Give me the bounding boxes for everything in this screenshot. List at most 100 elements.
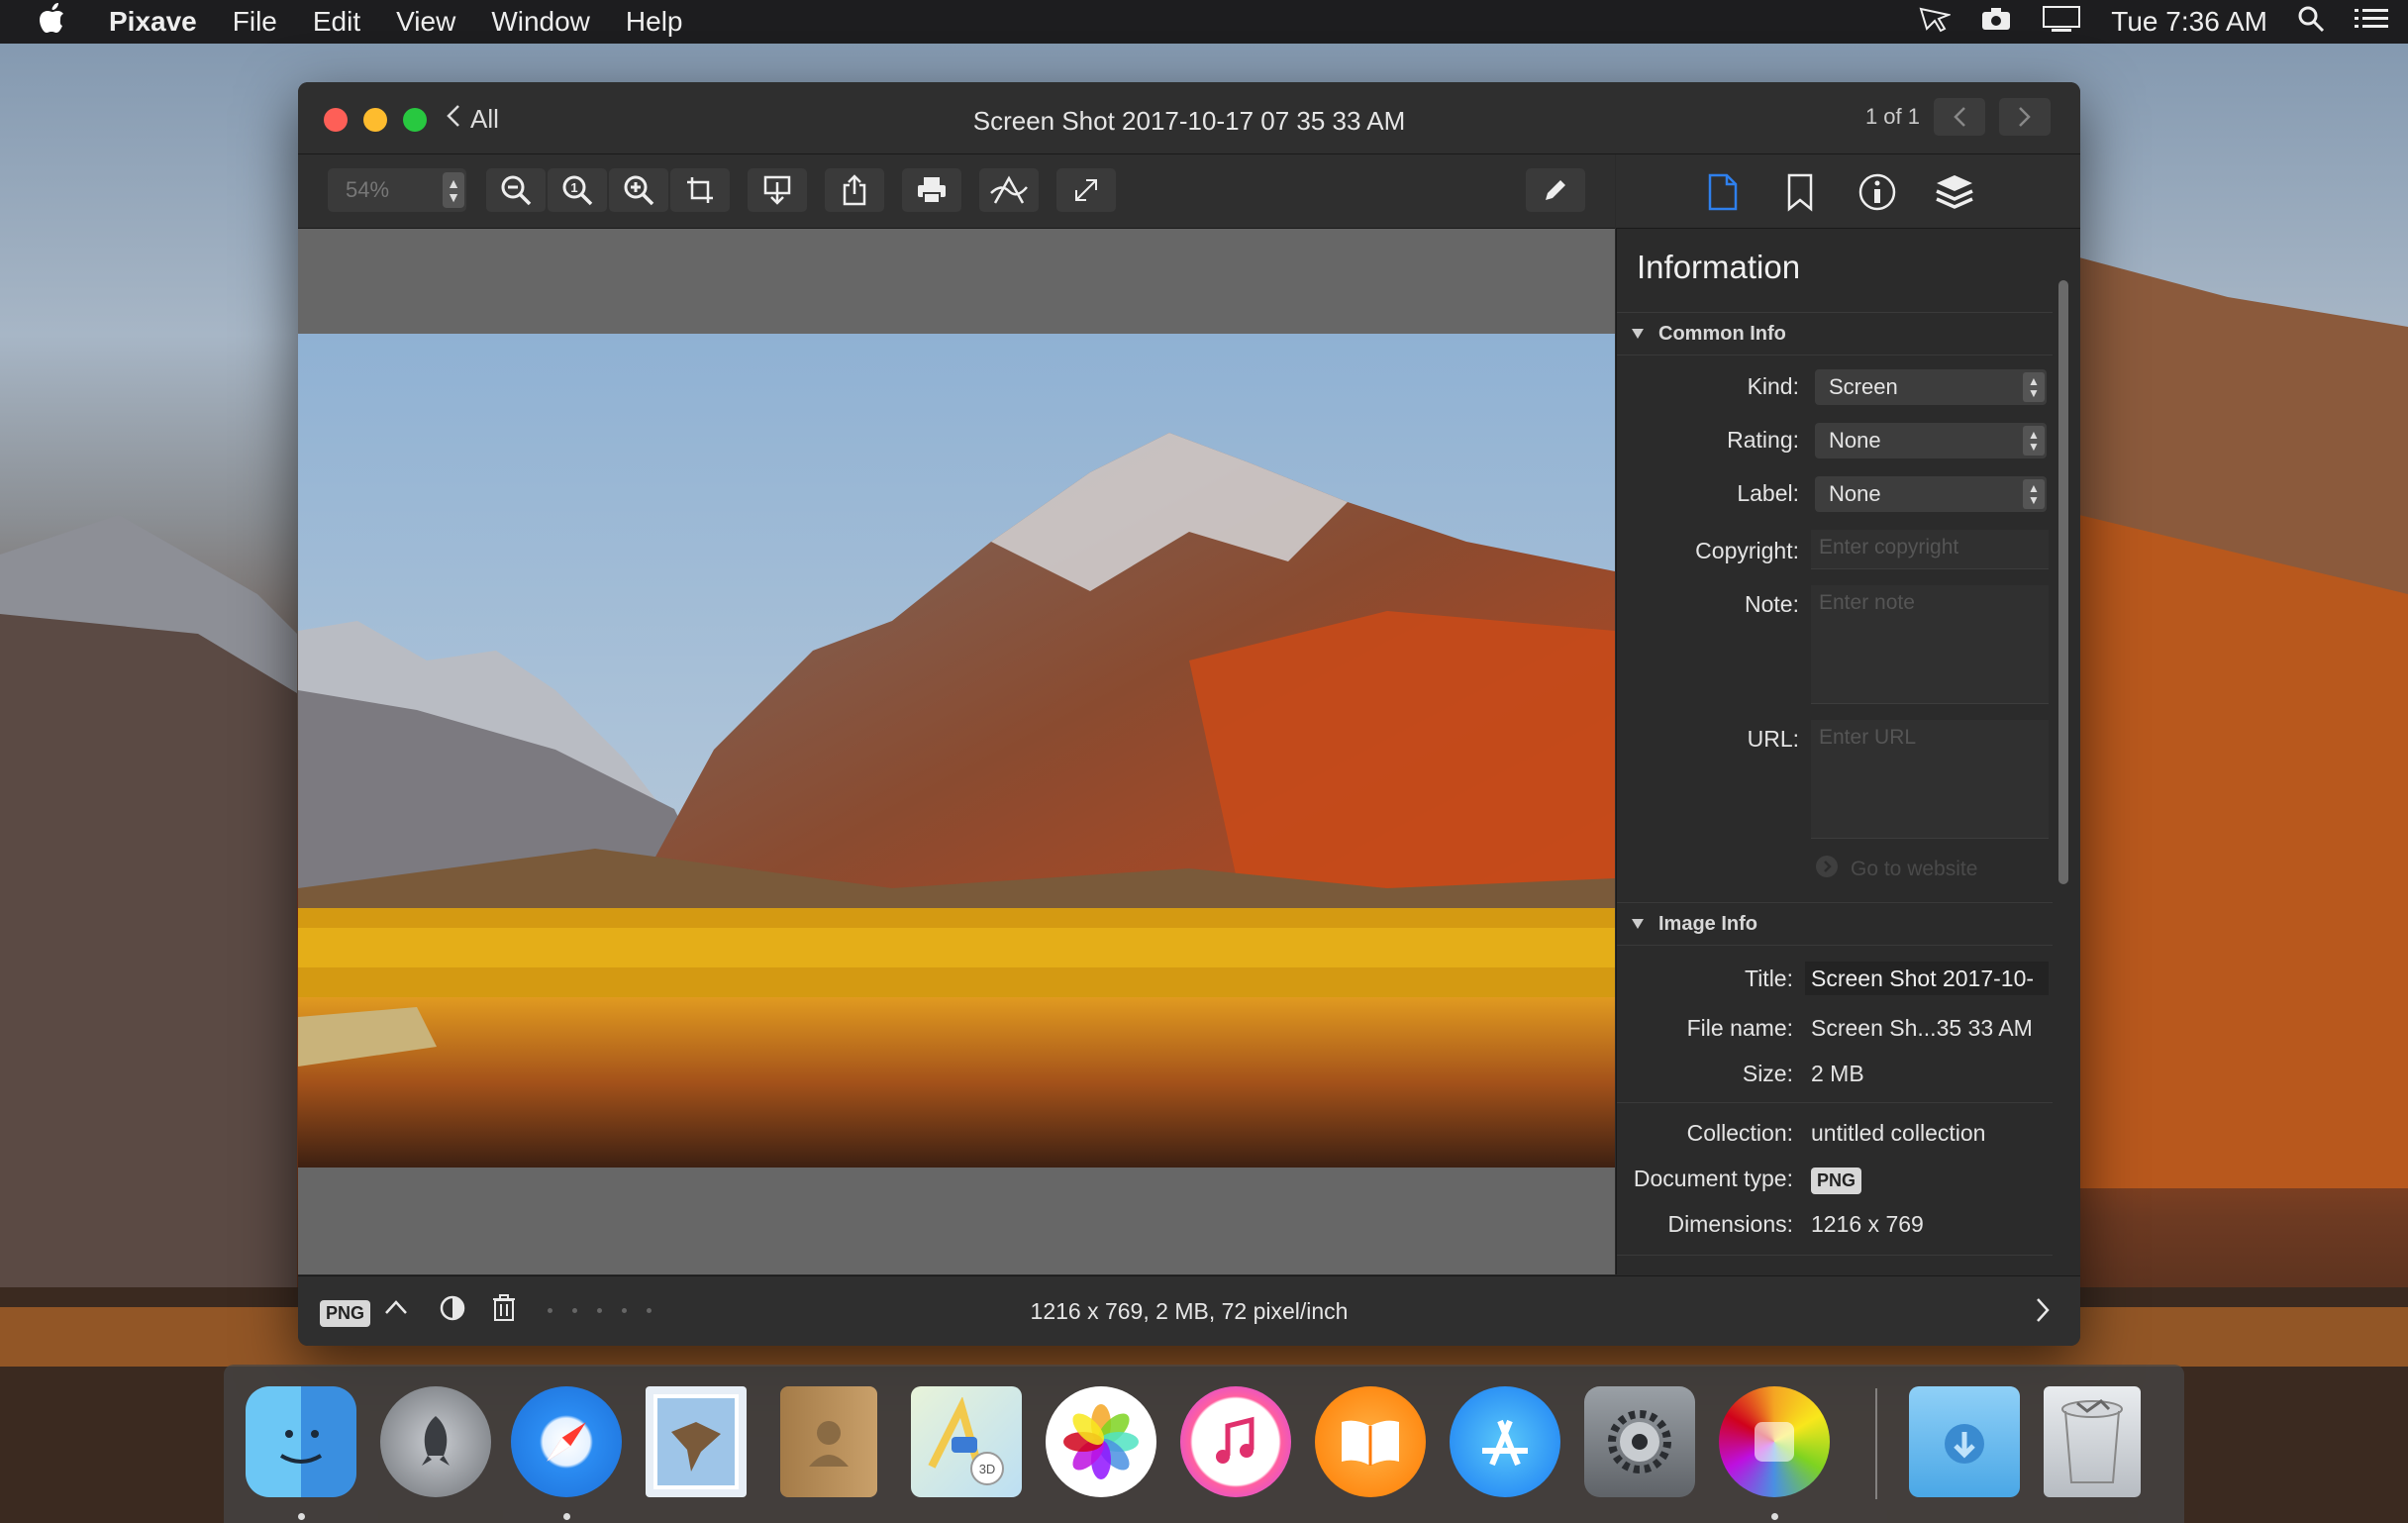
zoom-stepper[interactable]: ▲ ▼ (443, 172, 464, 208)
divider (1617, 1102, 2053, 1103)
tab-document[interactable] (1701, 170, 1745, 214)
size-label: Size: (1742, 1061, 1793, 1086)
menu-help[interactable]: Help (608, 6, 701, 38)
actual-size-button[interactable]: 1 (548, 168, 607, 212)
safari-icon[interactable] (511, 1386, 622, 1497)
print-button[interactable] (902, 168, 961, 212)
image-info-header[interactable]: Image Info (1617, 902, 2053, 946)
app-store-icon[interactable] (1450, 1386, 1560, 1497)
share-button[interactable] (825, 168, 884, 212)
url-row: URL: Enter URL (1617, 720, 2053, 839)
itunes-icon[interactable] (1180, 1386, 1291, 1497)
scrollbar-thumb[interactable] (2058, 280, 2068, 884)
display-icon[interactable] (2042, 5, 2081, 40)
inspector-scrollbar[interactable] (2056, 280, 2069, 1270)
menu-app-name[interactable]: Pixave (91, 6, 215, 38)
rating-label: Rating: (1727, 427, 1799, 453)
document-icon (1708, 173, 1738, 211)
tab-info[interactable] (1856, 170, 1899, 214)
label-popup[interactable]: None ▲ ▼ (1815, 476, 2047, 512)
disclosure-triangle-icon (1631, 323, 1645, 346)
spotlight-icon[interactable] (2297, 5, 2325, 40)
common-info-header[interactable]: Common Info (1617, 312, 2053, 355)
image-toolbar: 54% ▲ ▼ 1 (298, 154, 1615, 229)
mail-icon[interactable] (646, 1386, 747, 1497)
filename-value: Screen Sh...35 33 AM (1811, 1015, 2033, 1041)
rating-stepper: ▲ ▼ (2023, 426, 2045, 456)
expand-button[interactable] (2035, 1296, 2051, 1329)
svg-text:3D: 3D (979, 1462, 996, 1476)
zoom-in-button[interactable] (609, 168, 668, 212)
zoom-out-button[interactable] (486, 168, 546, 212)
inspector-tabs (1616, 154, 2080, 229)
next-button[interactable] (1999, 98, 2051, 136)
pencil-icon (1546, 180, 1565, 200)
previous-button[interactable] (1934, 98, 1985, 136)
system-preferences-icon[interactable] (1584, 1386, 1695, 1497)
launchpad-icon[interactable] (380, 1386, 491, 1497)
pixave-window: All Screen Shot 2017-10-17 07 35 33 AM 1… (298, 82, 2080, 1346)
collection-value: untitled collection (1811, 1120, 1986, 1146)
url-field[interactable]: Enter URL (1811, 720, 2049, 839)
menu-window[interactable]: Window (473, 6, 608, 38)
fullscreen-icon (1075, 179, 1097, 201)
camera-icon[interactable] (1980, 6, 2012, 39)
menu-edit[interactable]: Edit (295, 6, 378, 38)
markup-button[interactable] (979, 168, 1039, 212)
menu-view[interactable]: View (378, 6, 473, 38)
url-label: URL: (1747, 726, 1799, 752)
kind-label: Kind: (1747, 373, 1799, 399)
finder-icon[interactable] (246, 1386, 356, 1497)
running-indicator (1771, 1513, 1778, 1520)
edit-button[interactable] (1526, 168, 1585, 212)
image-preview[interactable] (298, 334, 1615, 1168)
size-row: Size: 2 MB (1617, 1059, 2053, 1088)
go-to-website-label: Go to website (1851, 858, 1978, 880)
pixave-icon[interactable] (1719, 1386, 1830, 1497)
fullscreen-button[interactable] (1056, 168, 1116, 212)
tab-bookmark[interactable] (1778, 170, 1822, 214)
filename-row: File name: Screen Sh...35 33 AM (1617, 1013, 2053, 1043)
image-canvas[interactable] (298, 229, 1615, 1274)
rating-row: Rating: None ▲ ▼ (1617, 423, 2053, 458)
rating-popup[interactable]: None ▲ ▼ (1815, 423, 2047, 458)
photos-icon[interactable] (1046, 1386, 1156, 1497)
copyright-field[interactable]: Enter copyright (1811, 530, 2049, 569)
size-value: 2 MB (1811, 1061, 1864, 1086)
contacts-icon[interactable] (780, 1386, 877, 1497)
window-title: Screen Shot 2017-10-17 07 35 33 AM (972, 106, 1406, 136)
label-row: Label: None ▲ ▼ (1617, 476, 2053, 512)
apple-menu-icon[interactable] (0, 3, 91, 41)
download-icon (763, 175, 791, 205)
disclosure-triangle-icon (1631, 913, 1645, 936)
downloads-folder-icon[interactable] (1909, 1386, 2020, 1497)
dimensions-label: Dimensions: (1667, 1211, 1793, 1237)
download-button[interactable] (748, 168, 807, 212)
zoom-level-field[interactable]: 54% ▲ ▼ (328, 168, 466, 212)
tab-layers[interactable] (1933, 170, 1976, 214)
go-to-website-button[interactable]: Go to website (1815, 855, 1977, 884)
menu-clock[interactable]: Tue 7:36 AM (2111, 6, 2267, 38)
title-field[interactable]: Screen Shot 2017-10- (1805, 962, 2049, 995)
kind-row: Kind: Screen ▲ ▼ (1617, 369, 2053, 405)
markup-icon (990, 175, 1028, 204)
list-icon[interactable] (2355, 6, 2388, 38)
kind-stepper: ▲ ▼ (2023, 372, 2045, 402)
maps-icon[interactable]: 3D (911, 1386, 1022, 1497)
chevron-left-icon (1954, 107, 1965, 127)
copyright-label: Copyright: (1695, 538, 1799, 563)
copyright-row: Copyright: Enter copyright (1617, 530, 2053, 569)
trash-icon[interactable] (2044, 1386, 2141, 1497)
rating-value: None (1829, 428, 1881, 453)
bookmark-icon (1787, 173, 1813, 212)
kind-popup[interactable]: Screen ▲ ▼ (1815, 369, 2047, 405)
note-field[interactable]: Enter note (1811, 585, 2049, 704)
menu-file[interactable]: File (215, 6, 295, 38)
title-label: Title: (1745, 965, 1793, 991)
info-icon (1858, 173, 1896, 211)
ibooks-icon[interactable] (1315, 1386, 1426, 1497)
airdrop-like-icon[interactable] (1919, 5, 1953, 40)
crop-button[interactable] (670, 168, 730, 212)
crop-icon (687, 177, 713, 203)
running-indicator (563, 1513, 570, 1520)
